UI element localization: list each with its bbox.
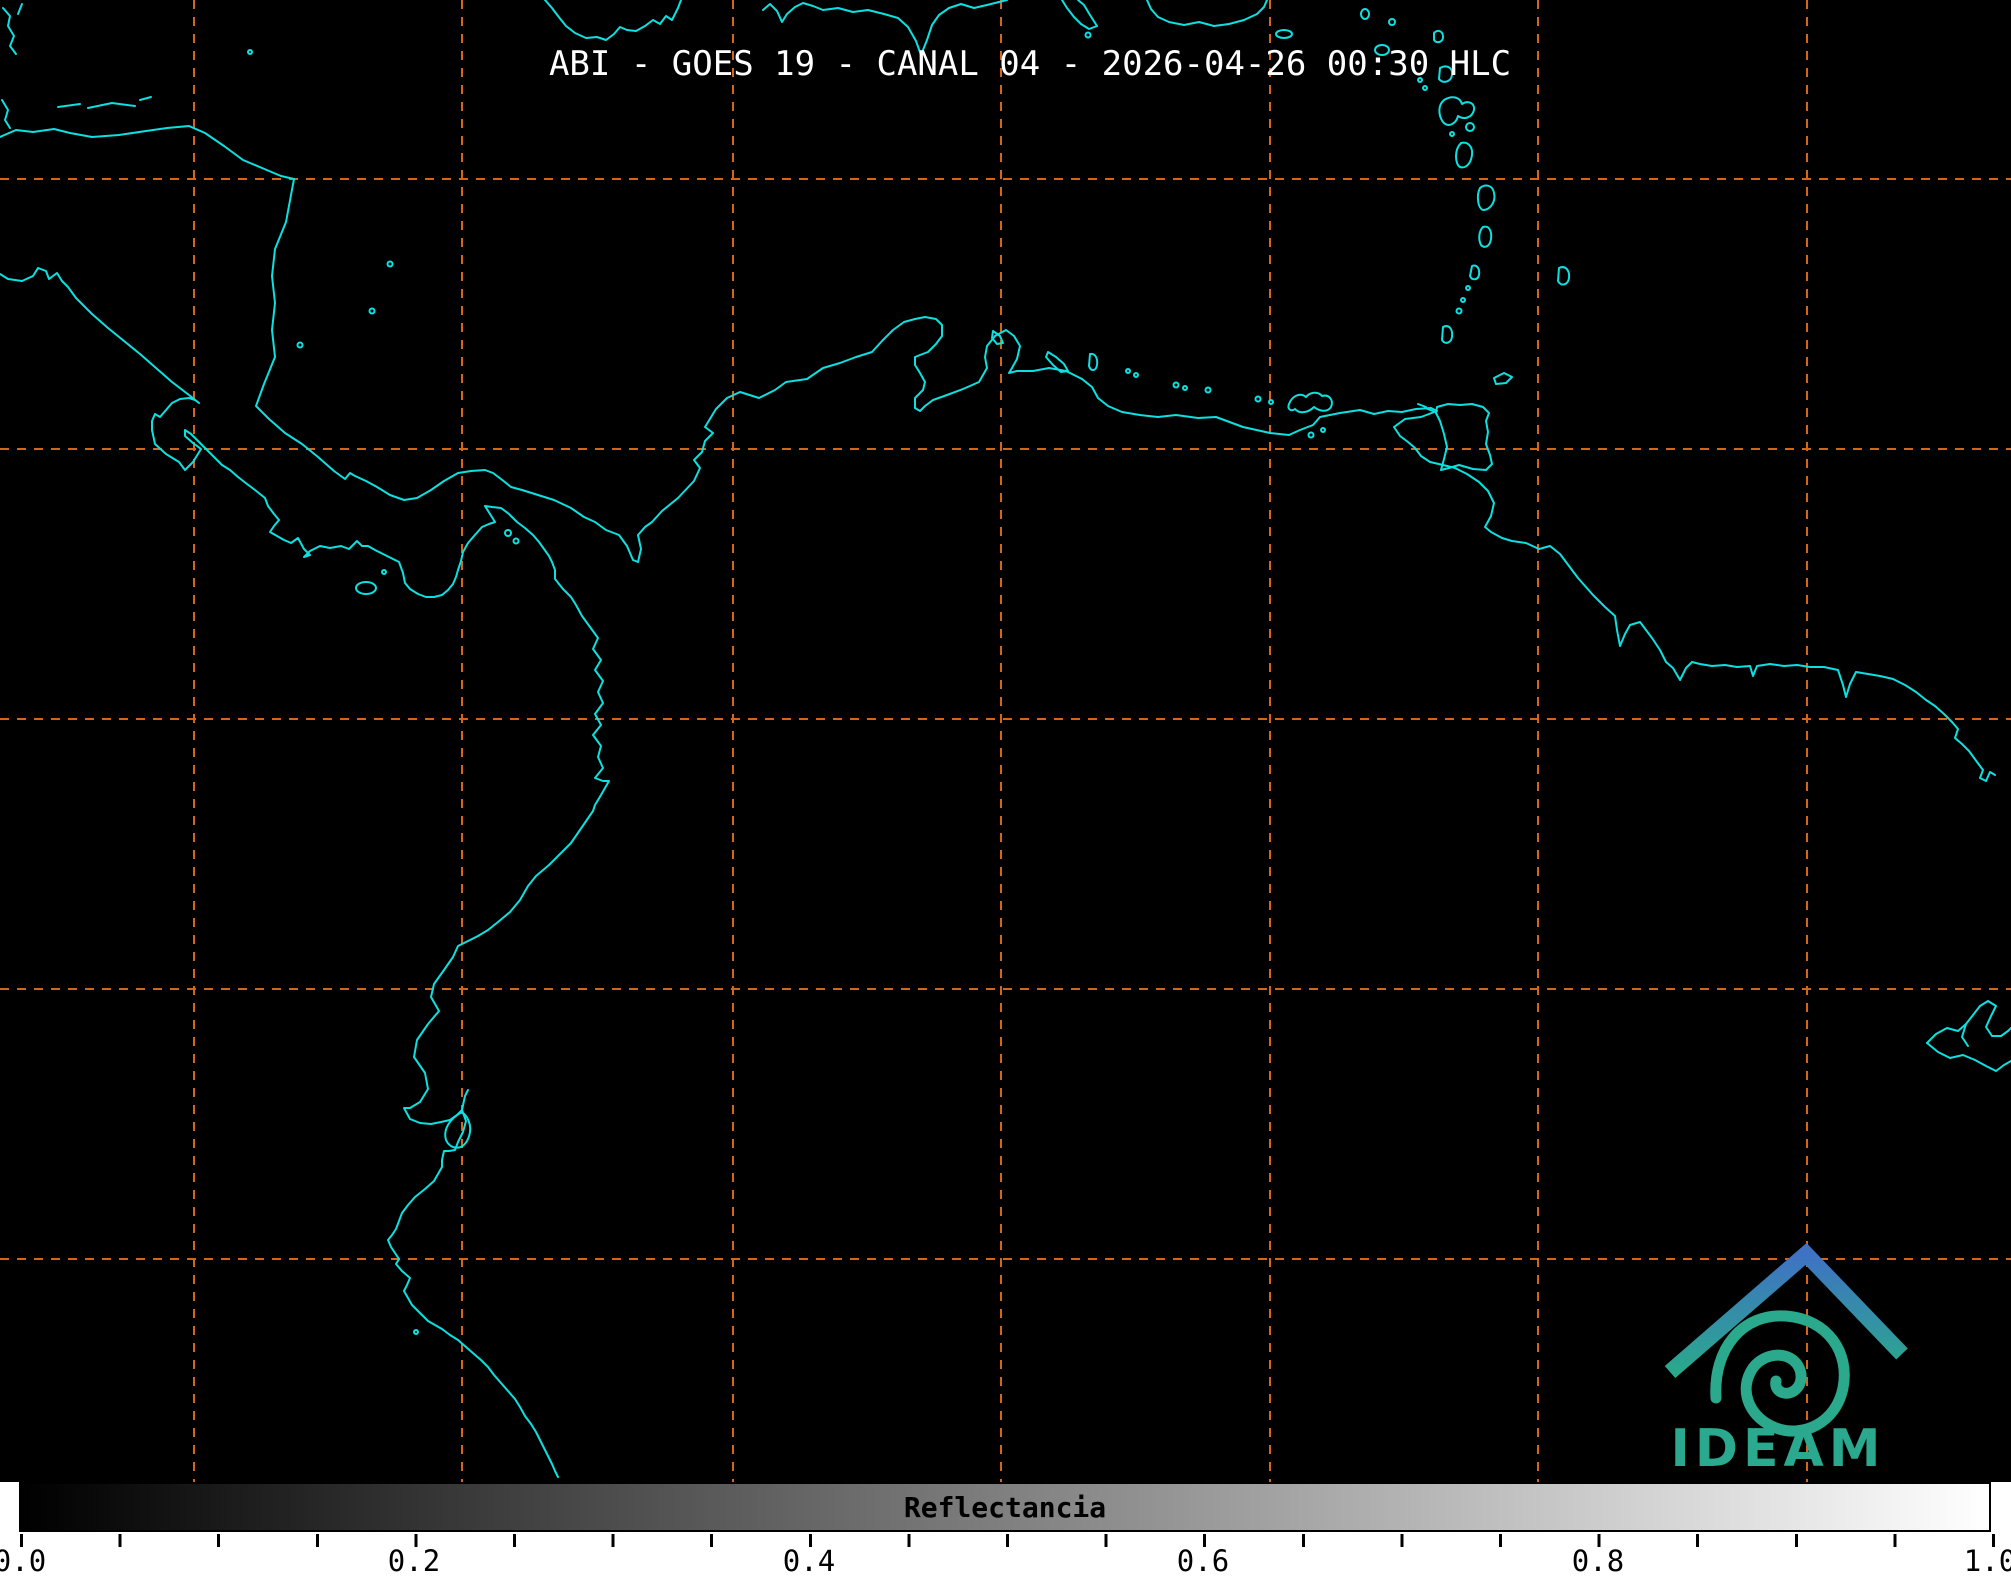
island-montserrat <box>1433 29 1444 44</box>
coastline-jamaica <box>544 0 682 41</box>
island-las-aves <box>1133 372 1139 378</box>
island-utila <box>57 103 81 108</box>
island-dot <box>1268 399 1274 405</box>
island-grenada <box>1441 325 1454 344</box>
island-la-orchila <box>1204 386 1212 394</box>
island-st-lucia <box>1478 225 1493 248</box>
coastline-belize-fragment <box>2 7 17 55</box>
coastline-amazon-mouth <box>1926 1042 2011 1072</box>
island-coiba <box>355 581 377 595</box>
coastline-belize-fragment <box>17 3 23 15</box>
island-blob <box>1388 18 1396 26</box>
island-bonaire <box>1088 352 1099 371</box>
island-pearl <box>512 537 520 545</box>
colorbar: Reflectancia 0.0 0.2 0.4 0.6 0.8 1.0 <box>0 1482 2011 1577</box>
island-st-vincent <box>1469 264 1481 281</box>
island-margarita <box>1287 391 1333 414</box>
island-tobago <box>1493 372 1513 385</box>
map-title: ABI - GOES 19 - CANAL 04 - 2026-04-26 00… <box>548 44 1512 84</box>
colorbar-ticks <box>20 1534 1996 1547</box>
colorbar-tick-label: 0.8 <box>1571 1544 1625 1577</box>
coastline-amazon-mouth <box>1926 1000 2011 1044</box>
ideam-logo: IDEAM <box>1664 1242 1908 1479</box>
coastline-puna-island <box>444 1089 472 1149</box>
island-barbados <box>1557 266 1571 286</box>
island-dot <box>1449 131 1455 137</box>
island-blob <box>1360 8 1370 20</box>
colorbar-label: Reflectancia <box>903 1491 1107 1524</box>
coastline-puerto-rico <box>1146 0 1268 27</box>
island-grenadine <box>1455 307 1463 315</box>
coastline-hispaniola-east-tip <box>1061 0 1098 30</box>
coastline-caribbean-mainland <box>0 125 1996 782</box>
colorbar-tick-label: 0.6 <box>1176 1544 1230 1577</box>
island-dominica <box>1455 141 1474 169</box>
island-san-andres <box>368 307 376 315</box>
island-pearl <box>504 529 512 537</box>
coastline-left-edge-fragment <box>1 99 11 129</box>
island-coche <box>1307 431 1315 439</box>
island-paita-islet <box>413 1329 419 1335</box>
island-roatan <box>87 102 136 109</box>
island-guadeloupe <box>1438 96 1476 126</box>
satellite-image-viewport: ABI - GOES 19 - CANAL 04 - 2026-04-26 00… <box>0 0 2011 1577</box>
island-dot <box>1320 427 1326 433</box>
island-dot <box>1084 31 1092 39</box>
colorbar-gradient: Reflectancia <box>19 1482 1991 1532</box>
island-los-roques <box>1182 385 1188 391</box>
island-las-aves <box>1125 368 1131 374</box>
island-corn <box>296 341 304 349</box>
island-marie-galante <box>1465 122 1475 132</box>
island-swan <box>247 49 253 55</box>
colorbar-tick-label: 0.4 <box>782 1544 836 1577</box>
island-los-roques <box>1172 381 1180 389</box>
island-grenadine <box>1460 297 1466 303</box>
island-grenadine <box>1465 285 1471 291</box>
island-vieques <box>1275 29 1293 39</box>
colorbar-tick-label: 0.0 <box>0 1544 47 1577</box>
colorbar-tick-label: 0.2 <box>387 1544 441 1577</box>
island-cebaco <box>381 569 387 575</box>
colorbar-tick-label: 1.0 <box>1963 1544 2011 1577</box>
island-martinique <box>1476 184 1496 211</box>
island-tortuga <box>1254 395 1262 403</box>
logo-spiral-icon <box>1710 1310 1850 1437</box>
island-guanaja <box>139 96 152 101</box>
island-providencia <box>386 260 394 268</box>
logo-text: IDEAM <box>1670 1419 1885 1479</box>
island-trinidad <box>1435 403 1493 471</box>
island-dot <box>1422 85 1428 91</box>
